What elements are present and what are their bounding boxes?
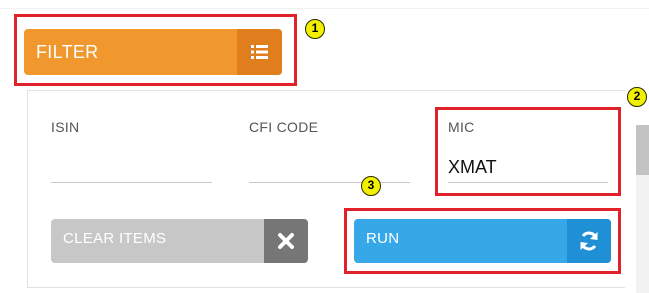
scrollbar-thumb[interactable] (636, 125, 649, 175)
clear-items-button[interactable]: CLEAR ITEMS (51, 219, 308, 263)
highlight-box-run (344, 208, 621, 274)
cfi-code-underline (249, 182, 410, 183)
annotation-badge-3: 3 (361, 176, 381, 196)
isin-label: ISIN (51, 119, 80, 135)
annotation-badge-2: 2 (627, 87, 647, 107)
highlight-box-filter (14, 14, 297, 86)
annotation-badge-1: 1 (305, 19, 325, 39)
clear-icon-box (264, 219, 308, 263)
close-icon (278, 233, 294, 249)
cfi-code-label: CFI CODE (249, 119, 319, 135)
isin-underline (51, 182, 212, 183)
clear-items-label: CLEAR ITEMS (63, 230, 167, 247)
highlight-box-mic (435, 107, 621, 196)
top-divider (0, 8, 649, 9)
